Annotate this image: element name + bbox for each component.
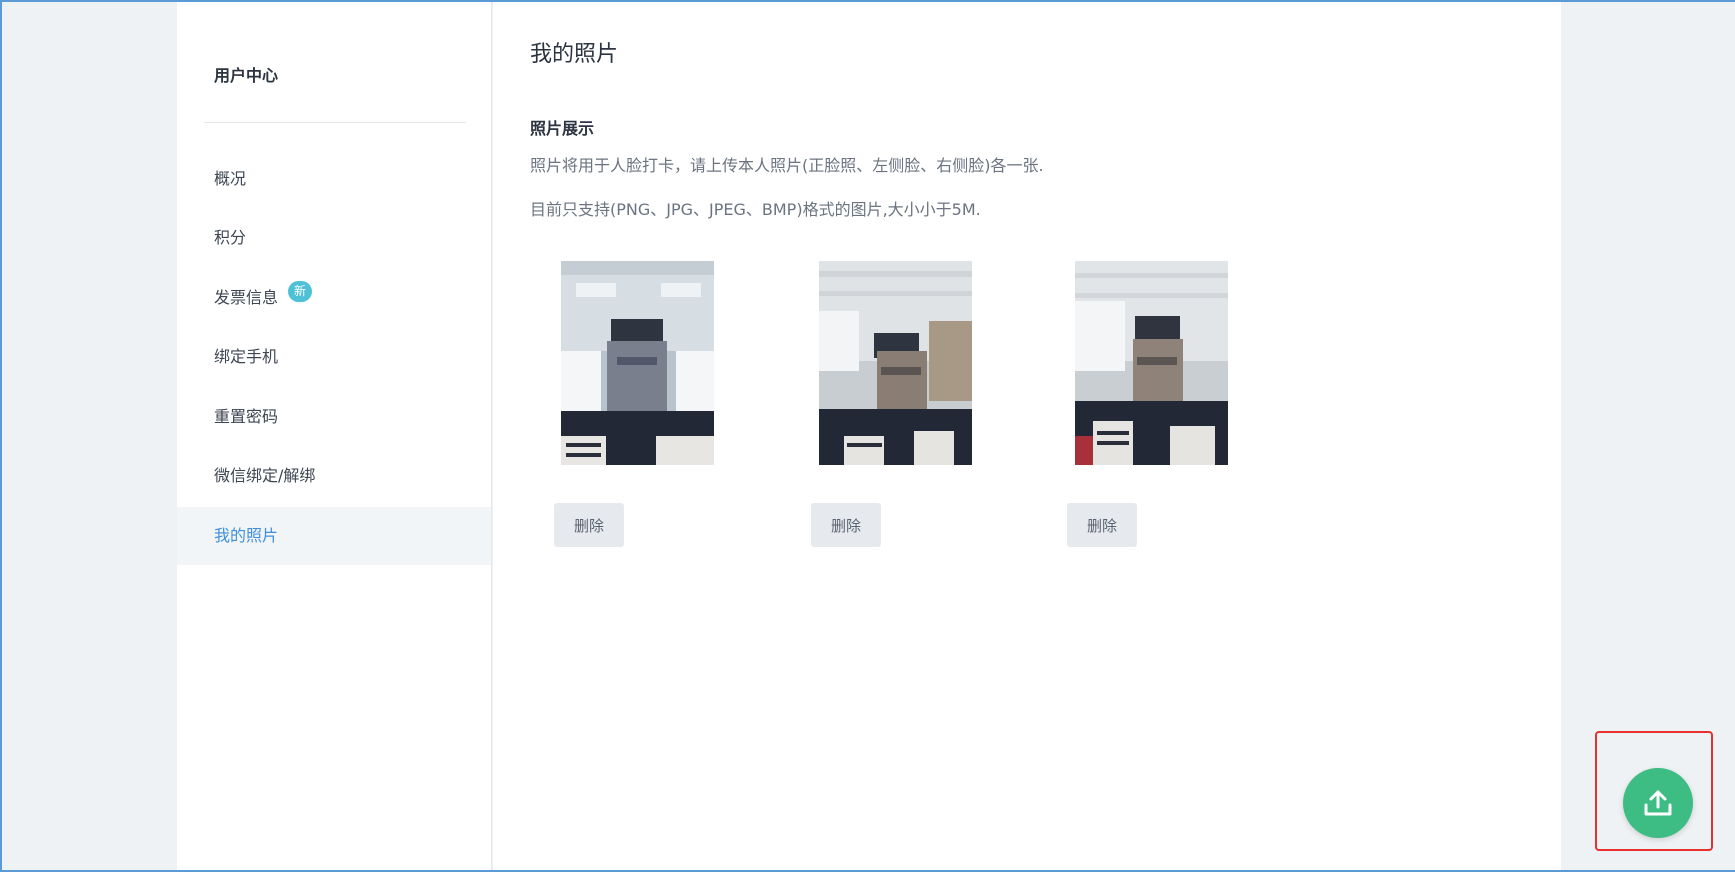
face-photo-image xyxy=(1075,261,1228,465)
photo-front xyxy=(561,261,714,465)
format-description: 目前只支持(PNG、JPG、JPEG、BMP)格式的图片,大小小于5M. xyxy=(530,200,981,219)
sidebar-item-invoice[interactable]: 发票信息 新 xyxy=(177,269,491,327)
sidebar-item-label: 绑定手机 xyxy=(214,347,279,366)
sidebar-item-wechat-bind[interactable]: 微信绑定/解绑 xyxy=(177,447,491,505)
delete-photo-button[interactable]: 删除 xyxy=(1067,503,1137,547)
face-photo-image xyxy=(561,261,714,465)
photo-right-side xyxy=(1075,261,1228,465)
upload-icon xyxy=(1644,790,1672,816)
new-badge: 新 xyxy=(288,281,313,302)
sidebar-item-label: 积分 xyxy=(214,228,247,247)
page-title: 我的照片 xyxy=(530,42,619,67)
section-title: 照片展示 xyxy=(530,119,595,138)
sidebar-item-label: 我的照片 xyxy=(214,526,279,545)
sidebar-item-reset-password[interactable]: 重置密码 xyxy=(177,388,491,446)
photo-description: 照片将用于人脸打卡，请上传本人照片(正脸照、左侧脸、右侧脸)各一张. xyxy=(530,156,1044,175)
sidebar-item-label: 重置密码 xyxy=(214,407,279,426)
sidebar-item-my-photos[interactable]: 我的照片 xyxy=(177,507,491,565)
app-window: 用户中心 概况 积分 发票信息 新 绑定手机 重置密码 微信绑定/解绑 我的照片… xyxy=(0,0,1735,872)
sidebar: 用户中心 概况 积分 发票信息 新 绑定手机 重置密码 微信绑定/解绑 我的照片 xyxy=(177,2,492,870)
sidebar-divider xyxy=(204,122,466,123)
sidebar-item-points[interactable]: 积分 xyxy=(177,209,491,267)
photo-left-side xyxy=(819,261,972,465)
face-photo-image xyxy=(819,261,972,465)
sidebar-item-overview[interactable]: 概况 xyxy=(177,150,491,208)
delete-photo-button[interactable]: 删除 xyxy=(554,503,624,547)
sidebar-item-label: 发票信息 xyxy=(214,288,279,307)
sidebar-item-label: 微信绑定/解绑 xyxy=(214,466,316,485)
upload-button[interactable] xyxy=(1623,768,1693,838)
delete-photo-button[interactable]: 删除 xyxy=(811,503,881,547)
main-content: 我的照片 照片展示 照片将用于人脸打卡，请上传本人照片(正脸照、左侧脸、右侧脸)… xyxy=(493,2,1561,870)
sidebar-item-label: 概况 xyxy=(214,169,247,188)
sidebar-item-bind-phone[interactable]: 绑定手机 xyxy=(177,328,491,386)
sidebar-title: 用户中心 xyxy=(214,66,279,85)
